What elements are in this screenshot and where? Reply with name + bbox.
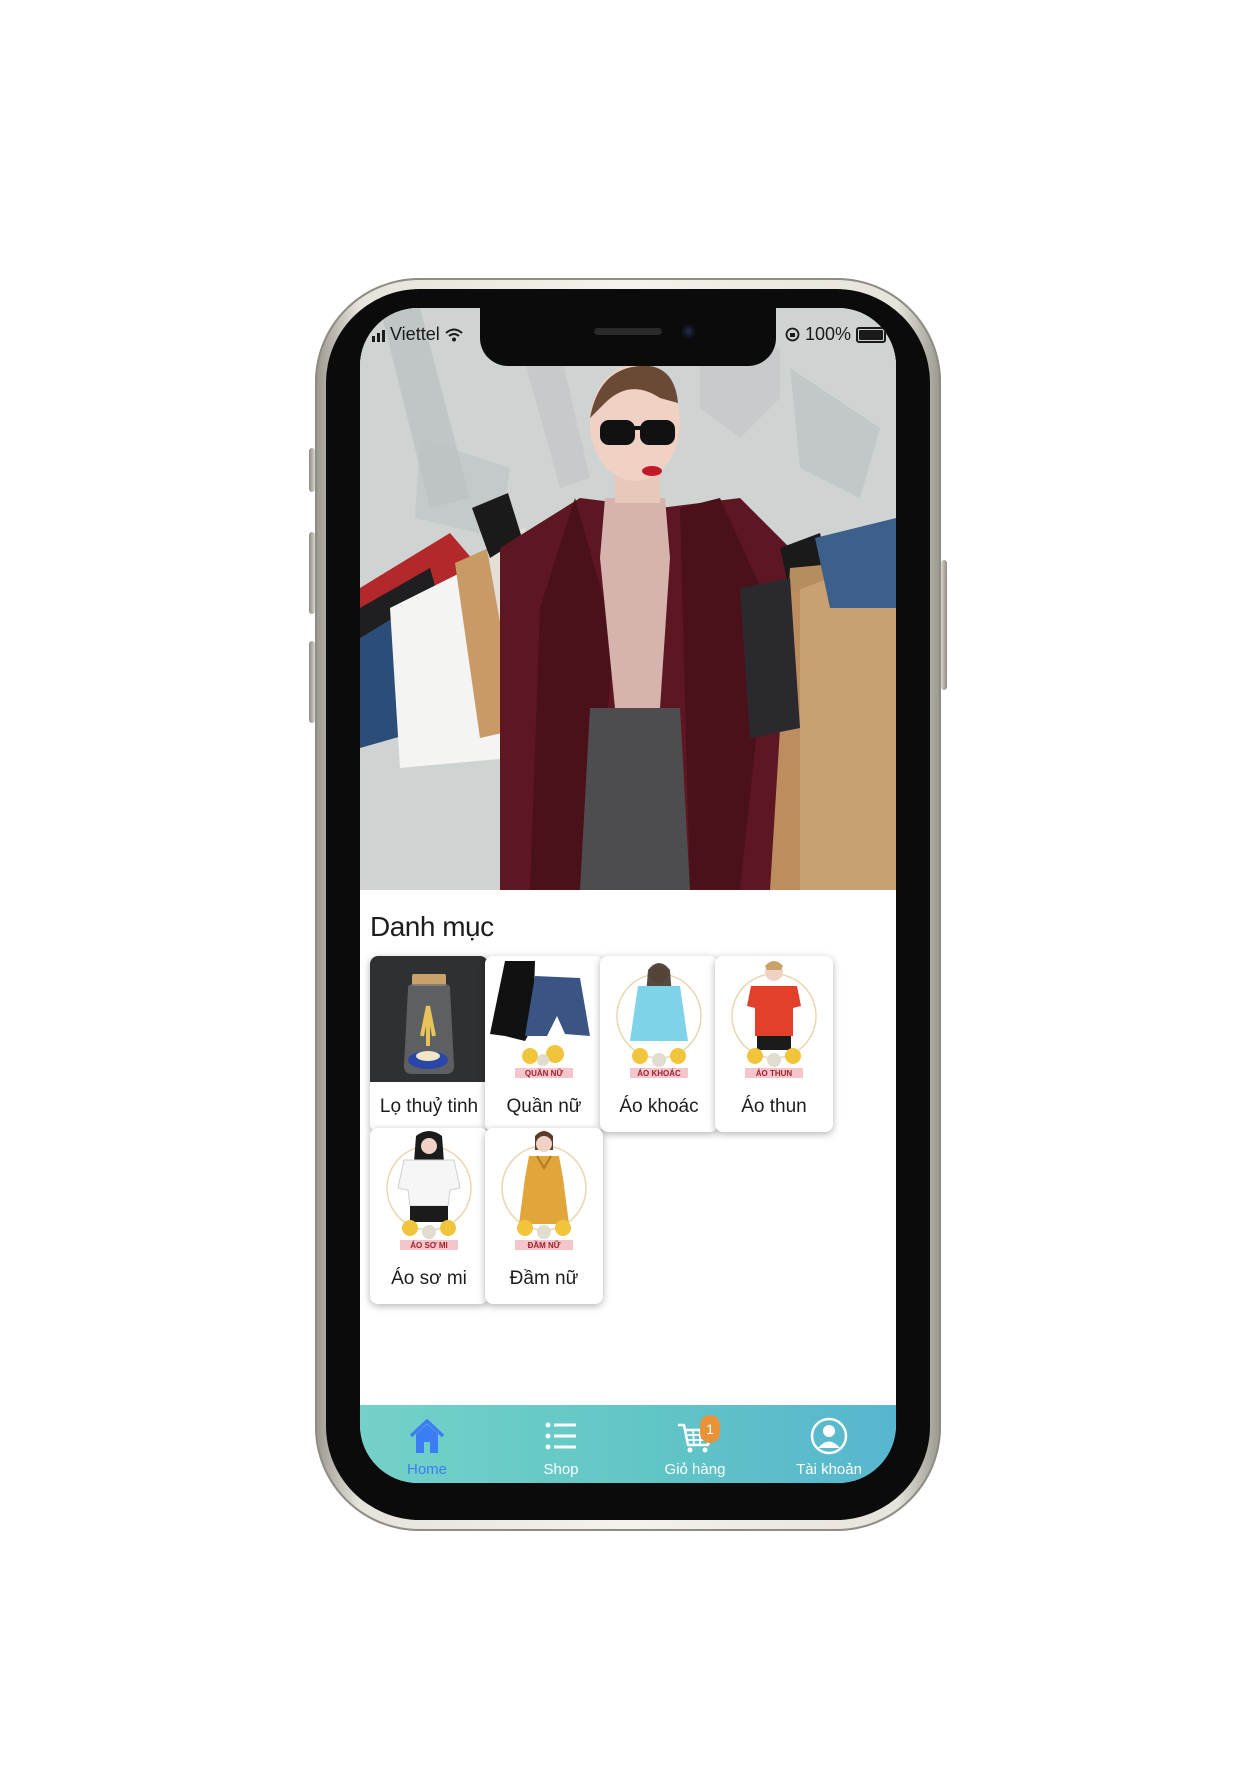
banner-text: ÁO KHOÁC — [637, 1069, 681, 1078]
category-label: Áo thun — [741, 1096, 807, 1117]
battery-percentage: 100% — [804, 324, 851, 344]
category-card-dress[interactable]: ĐẦM NỮ Đầm nữ — [485, 1128, 603, 1304]
volume-down-button — [309, 641, 315, 723]
banner-text: ÁO SƠ MI — [410, 1241, 448, 1250]
category-label: Áo sơ mi — [391, 1268, 467, 1289]
bottom-tab-bar: Home Shop 1 Giỏ hàng Tài khoản — [360, 1405, 896, 1483]
tab-label: Shop — [543, 1461, 579, 1478]
tab-label: Home — [406, 1461, 447, 1478]
women-pants-image: QUẦN NỮ — [485, 956, 603, 1082]
tab-shop[interactable]: Shop — [494, 1405, 628, 1483]
hero-banner-image[interactable] — [360, 308, 896, 890]
power-button — [941, 560, 947, 690]
category-card-tshirt[interactable]: ÁO THUN Áo thun — [715, 956, 833, 1132]
tshirt-image: ÁO THUN — [715, 956, 833, 1082]
category-card-glass-jar[interactable]: Lọ thuỷ tinh — [370, 956, 488, 1132]
tab-cart[interactable]: 1 Giỏ hàng — [628, 1405, 762, 1483]
category-card-women-pants[interactable]: QUẦN NỮ Quần nữ — [485, 956, 603, 1132]
category-label: Áo khoác — [619, 1096, 699, 1117]
wifi-icon — [445, 328, 463, 341]
cart-badge: 1 — [700, 1415, 720, 1443]
banner-text: ÁO THUN — [756, 1069, 793, 1078]
dress-image: ĐẦM NỮ — [485, 1128, 603, 1254]
category-label: Quần nữ — [506, 1096, 582, 1117]
category-card-shirt[interactable]: ÁO SƠ MI Áo sơ mi — [370, 1128, 488, 1304]
status-bar-left: Viettel — [372, 324, 463, 345]
status-bar-right: 100% — [785, 324, 886, 345]
categories-heading: Danh mục — [370, 911, 494, 942]
orientation-lock-icon — [785, 327, 800, 342]
shirt-image: ÁO SƠ MI — [370, 1128, 488, 1254]
signal-icon — [372, 328, 385, 342]
category-card-jacket[interactable]: ÁO KHOÁC Áo khoác — [600, 956, 718, 1132]
battery-icon — [856, 326, 886, 343]
category-label: Lọ thuỷ tinh — [379, 1096, 479, 1117]
volume-up-button — [309, 532, 315, 614]
tab-label: Giỏ hàng — [664, 1461, 726, 1478]
list-icon — [545, 1422, 576, 1450]
screen: Viettel 100% Danh mục Lọ thuỷ tinh QUẦN … — [360, 308, 896, 1483]
front-camera — [682, 325, 695, 338]
tab-home[interactable]: Home — [360, 1405, 494, 1483]
tab-label: Tài khoản — [796, 1461, 862, 1478]
glass-jar-image — [370, 956, 488, 1082]
carrier-name: Viettel — [390, 324, 440, 344]
jacket-image: ÁO KHOÁC — [600, 956, 718, 1082]
category-label: Đầm nữ — [509, 1268, 579, 1289]
user-icon — [810, 1417, 848, 1455]
banner-text: ĐẦM NỮ — [528, 1240, 561, 1250]
speaker-grille — [594, 328, 662, 335]
banner-text: QUẦN NỮ — [525, 1068, 564, 1078]
notch — [480, 308, 776, 366]
mute-switch — [309, 448, 315, 492]
home-icon — [409, 1419, 445, 1453]
tab-account[interactable]: Tài khoản — [762, 1405, 896, 1483]
